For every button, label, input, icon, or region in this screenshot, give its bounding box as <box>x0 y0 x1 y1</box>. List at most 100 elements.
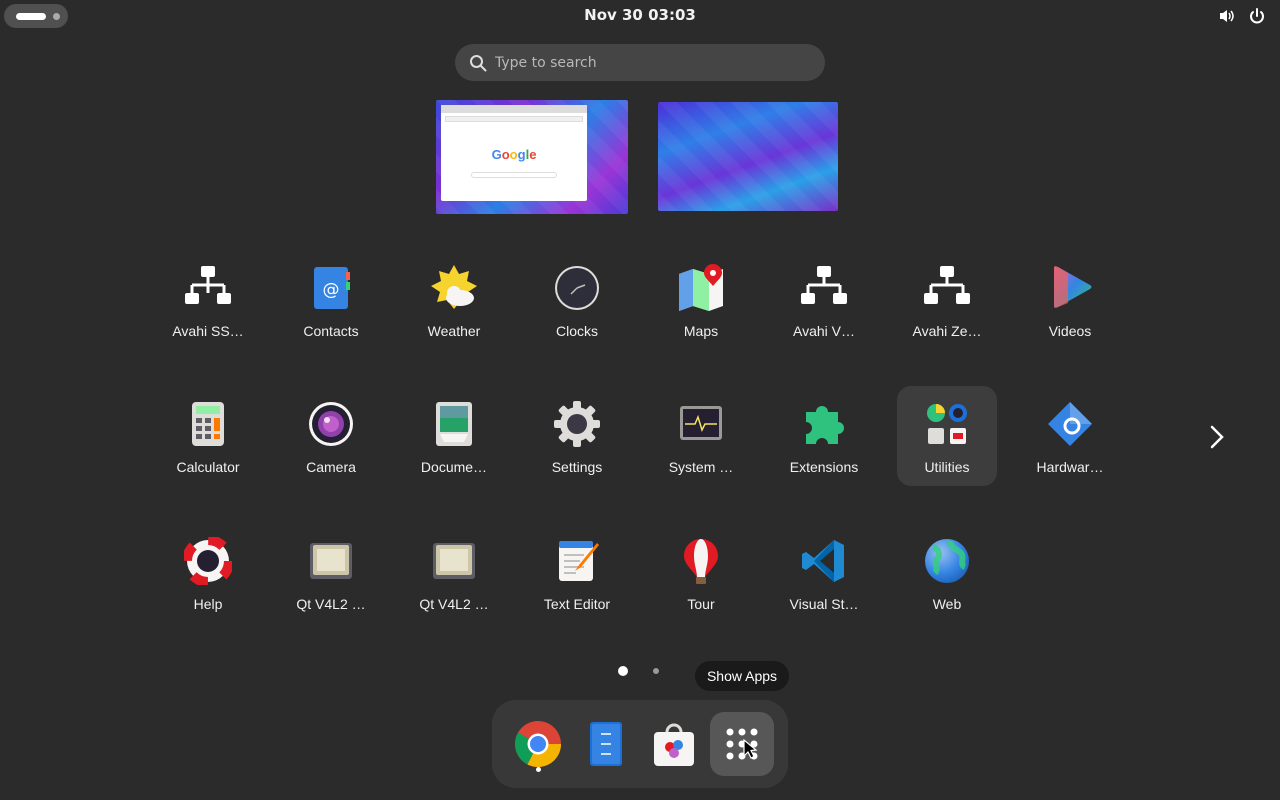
app-label: Help <box>193 596 223 612</box>
app-maps[interactable]: Maps <box>651 250 751 350</box>
app-contacts[interactable]: @ Contacts <box>281 250 381 350</box>
svg-text:@: @ <box>323 280 340 300</box>
folder-grid-icon <box>927 404 967 444</box>
app-label: Weather <box>427 323 481 339</box>
files-icon <box>590 722 622 766</box>
app-label: Videos <box>1048 323 1092 339</box>
app-label: Text Editor <box>543 596 611 612</box>
puzzle-icon <box>806 406 844 444</box>
search-icon <box>470 55 487 72</box>
workspace-dot-icon <box>53 13 60 20</box>
balloon-icon <box>684 539 718 584</box>
logo-letter: e <box>529 147 537 162</box>
camera-icon <box>309 402 353 446</box>
app-avahi-vnc[interactable]: Avahi V… <box>774 250 874 350</box>
volume-icon[interactable] <box>1218 7 1236 25</box>
app-tour[interactable]: Tour <box>651 523 751 623</box>
app-calculator[interactable]: Calculator <box>158 386 258 486</box>
system-tray[interactable] <box>1218 7 1266 25</box>
app-label: Qt V4L2 … <box>419 596 489 612</box>
vscode-icon <box>802 540 844 582</box>
clock[interactable]: Nov 30 03:03 <box>540 6 740 24</box>
app-label: Contacts <box>303 323 359 339</box>
logo-letter: o <box>501 147 510 162</box>
app-label: Utilities <box>924 459 970 475</box>
app-web[interactable]: Web <box>897 523 997 623</box>
app-label: Tour <box>687 596 715 612</box>
power-icon[interactable] <box>1248 7 1266 25</box>
app-videos[interactable]: Videos <box>1020 250 1120 350</box>
app-settings[interactable]: Settings <box>527 386 627 486</box>
app-text-editor[interactable]: Text Editor <box>527 523 627 623</box>
videos-icon <box>1054 266 1092 308</box>
app-system-monitor[interactable]: System … <box>651 386 751 486</box>
search-input[interactable] <box>495 50 805 75</box>
logo-letter: g <box>517 147 526 162</box>
calculator-icon <box>192 402 224 446</box>
contacts-icon: @ <box>314 267 350 309</box>
app-clocks[interactable]: Clocks <box>527 250 627 350</box>
app-label: Clocks <box>555 323 598 339</box>
page-dot-1[interactable] <box>618 666 628 676</box>
app-folder-utilities[interactable]: Utilities <box>897 386 997 486</box>
page-indicator <box>617 665 667 677</box>
app-label: Calculator <box>176 459 240 475</box>
activities-pill-icon <box>16 13 46 20</box>
logo-letter: G <box>491 147 502 162</box>
window-urlbar <box>445 116 583 122</box>
system-monitor-icon <box>680 406 722 440</box>
running-indicator <box>536 767 541 772</box>
app-document-scanner[interactable]: Docume… <box>404 386 504 486</box>
app-help[interactable]: Help <box>158 523 258 623</box>
app-label: Docume… <box>420 459 488 475</box>
app-label: Hardwar… <box>1036 459 1104 475</box>
google-logo: Google <box>441 147 587 162</box>
app-camera[interactable]: Camera <box>281 386 381 486</box>
gear-icon <box>554 401 600 447</box>
dock-software-button[interactable] <box>642 712 706 776</box>
webcam-icon <box>310 543 352 579</box>
app-avahi-ssh[interactable]: Avahi SS… <box>158 250 258 350</box>
logo-letter: o <box>509 147 518 162</box>
document-scanner-icon <box>436 402 472 446</box>
maps-icon <box>679 264 723 311</box>
dock <box>492 700 788 788</box>
lifebuoy-icon <box>184 537 232 585</box>
network-icon <box>801 266 847 304</box>
workspace-thumbnail-1[interactable]: Google <box>436 100 628 214</box>
chrome-icon <box>514 721 561 768</box>
app-avahi-zeroconf[interactable]: Avahi Ze… <box>897 250 997 350</box>
window-thumbnail-chrome[interactable]: Google <box>441 105 587 201</box>
software-store-icon <box>654 723 694 766</box>
app-qt-v4l2-1[interactable]: Qt V4L2 … <box>281 523 381 623</box>
app-label: Avahi SS… <box>172 323 244 339</box>
page-dot-2[interactable] <box>653 668 659 674</box>
network-icon <box>185 266 231 304</box>
show-apps-tooltip: Show Apps <box>695 661 789 691</box>
text-editor-icon <box>559 541 599 581</box>
app-label: Avahi Ze… <box>912 323 982 339</box>
app-extensions[interactable]: Extensions <box>774 386 874 486</box>
weather-icon <box>431 265 477 309</box>
activities-button[interactable] <box>4 4 68 28</box>
app-weather[interactable]: Weather <box>404 250 504 350</box>
app-label: Avahi V… <box>793 323 855 339</box>
app-grid-icon <box>726 728 758 760</box>
top-bar: Nov 30 03:03 <box>0 0 1280 32</box>
show-apps-button[interactable] <box>710 712 774 776</box>
app-label: Web <box>932 596 962 612</box>
dock-files-button[interactable] <box>574 712 638 776</box>
webcam-icon <box>433 543 475 579</box>
app-hardware[interactable]: Hardwar… <box>1020 386 1120 486</box>
workspace-thumbnail-2[interactable] <box>658 102 838 211</box>
network-icon <box>924 266 970 304</box>
app-label: System … <box>668 459 734 475</box>
search-box[interactable] <box>455 44 825 81</box>
app-label: Maps <box>683 323 719 339</box>
globe-icon <box>925 539 969 583</box>
app-label: Camera <box>306 459 356 475</box>
google-search-field <box>471 172 557 178</box>
chevron-right-icon[interactable] <box>1204 424 1230 450</box>
app-qt-v4l2-2[interactable]: Qt V4L2 … <box>404 523 504 623</box>
app-visual-studio-code[interactable]: Visual St… <box>774 523 874 623</box>
